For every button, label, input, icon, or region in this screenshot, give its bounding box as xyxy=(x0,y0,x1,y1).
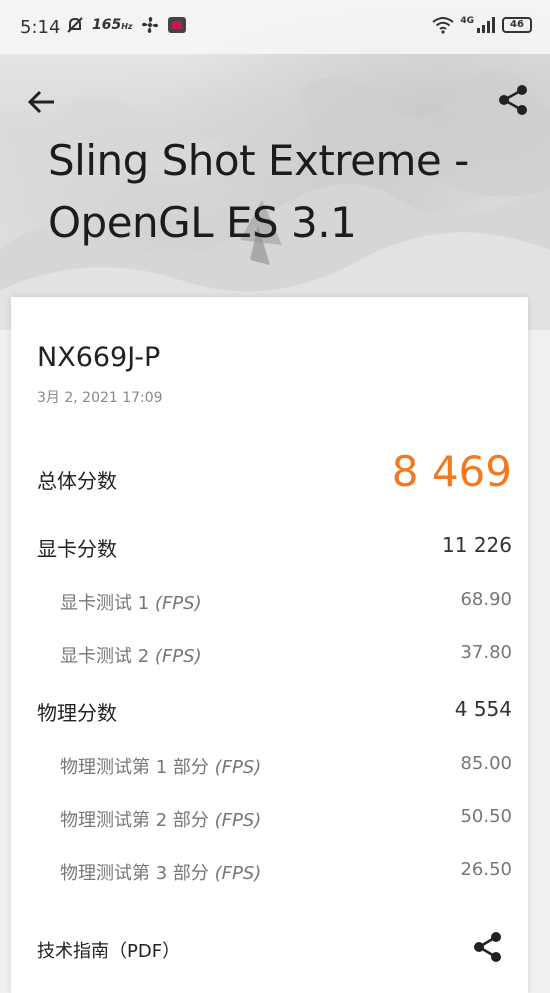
graphics-score-value: 11 226 xyxy=(442,533,512,557)
page-title: Sling Shot Extreme - OpenGL ES 3.1 xyxy=(48,136,469,247)
share-icon[interactable] xyxy=(495,82,531,118)
physics-test-1-value: 85.00 xyxy=(460,753,512,774)
graphics-test-1-value: 68.90 xyxy=(460,589,512,610)
graphics-test-2-value: 37.80 xyxy=(460,642,512,663)
graphics-test-2-label: 显卡测试 2 (FPS) xyxy=(60,646,202,667)
test-date: 3月 2, 2021 17:09 xyxy=(37,390,163,406)
physics-test-3-value: 26.50 xyxy=(460,859,512,880)
status-icons-right: 4G 46 xyxy=(432,16,532,34)
signal-icon xyxy=(477,17,495,33)
wifi-icon xyxy=(432,17,454,34)
physics-score-value: 4 554 xyxy=(454,697,512,721)
overall-score-label: 总体分数 xyxy=(37,469,117,493)
battery-icon: 46 xyxy=(502,17,532,33)
refresh-rate-indicator: 165Hz xyxy=(92,17,133,33)
result-card: NX669J-P 3月 2, 2021 17:09 总体分数 8 469 显卡分… xyxy=(11,297,528,993)
game-app-icon xyxy=(167,17,186,33)
physics-test-2-value: 50.50 xyxy=(460,806,512,827)
status-icons-left: 165Hz xyxy=(66,16,187,34)
physics-test-1-label: 物理测试第 1 部分 (FPS) xyxy=(60,757,262,778)
overall-score-value: 8 469 xyxy=(391,447,512,496)
fan-icon xyxy=(141,17,158,33)
share-pdf-icon[interactable] xyxy=(471,930,505,964)
physics-test-2-label: 物理测试第 2 部分 (FPS) xyxy=(60,810,262,831)
back-arrow-icon[interactable] xyxy=(24,84,60,120)
status-time: 5:14 xyxy=(20,17,61,38)
graphics-test-1-label: 显卡测试 1 (FPS) xyxy=(60,593,202,614)
graphics-score-label: 显卡分数 xyxy=(37,537,117,561)
device-name: NX669J-P xyxy=(37,342,161,373)
mute-icon xyxy=(67,17,83,33)
network-type: 4G xyxy=(460,16,474,26)
physics-score-label: 物理分数 xyxy=(37,701,117,725)
status-bar: 5:14 165Hz 4G 46 xyxy=(0,0,550,54)
physics-test-3-label: 物理测试第 3 部分 (FPS) xyxy=(60,863,262,884)
tech-guide-link[interactable]: 技术指南（PDF） xyxy=(37,937,180,963)
